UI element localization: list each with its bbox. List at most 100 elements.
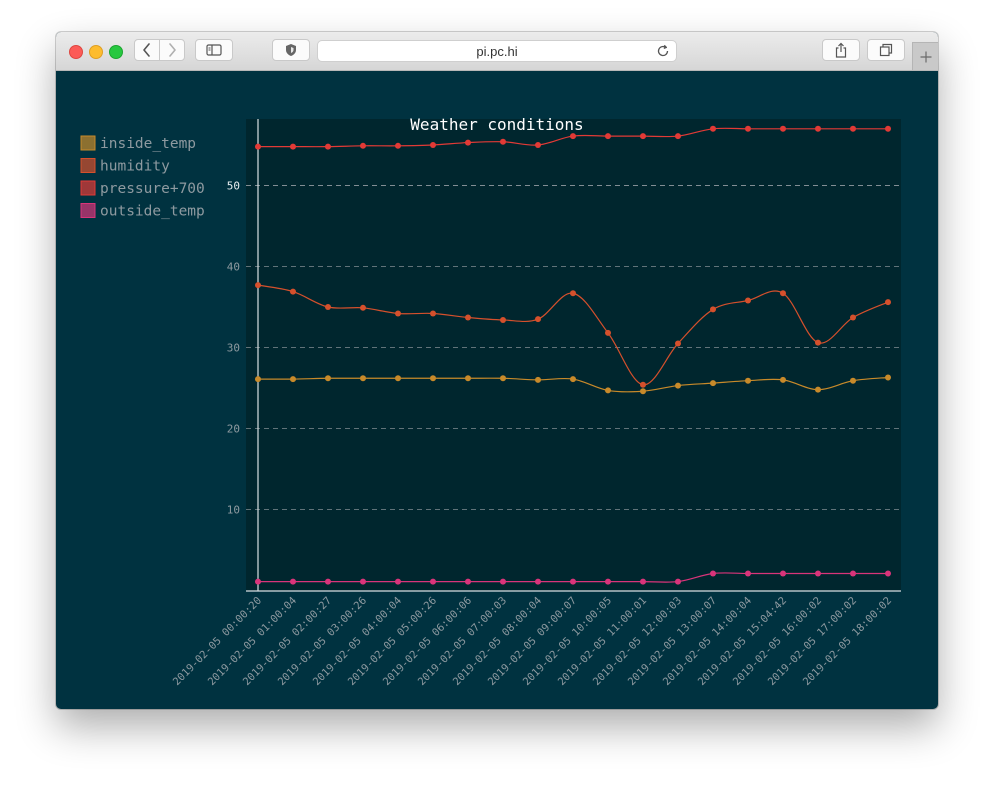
- data-point[interactable]: [360, 578, 366, 585]
- data-point[interactable]: [885, 299, 891, 306]
- address-bar-url: pi.pc.hi: [476, 44, 518, 59]
- data-point[interactable]: [465, 375, 471, 382]
- x-axis-ticks: 2019-02-05 00:00:202019-02-05 01:00:0420…: [171, 595, 894, 688]
- data-point[interactable]: [745, 377, 751, 384]
- data-point[interactable]: [780, 376, 786, 383]
- back-button[interactable]: [134, 39, 160, 61]
- data-point[interactable]: [255, 282, 261, 289]
- data-point[interactable]: [360, 304, 366, 311]
- legend-item[interactable]: inside_temp: [80, 135, 196, 152]
- data-point[interactable]: [710, 306, 716, 313]
- data-point[interactable]: [465, 578, 471, 585]
- data-point[interactable]: [430, 310, 436, 317]
- data-point[interactable]: [675, 340, 681, 347]
- show-tabs-button[interactable]: [867, 39, 905, 61]
- data-point[interactable]: [395, 375, 401, 382]
- data-point[interactable]: [290, 143, 296, 150]
- data-point[interactable]: [360, 142, 366, 149]
- data-point[interactable]: [500, 375, 506, 382]
- data-point[interactable]: [885, 125, 891, 132]
- data-point[interactable]: [395, 310, 401, 317]
- data-point[interactable]: [675, 578, 681, 585]
- data-point[interactable]: [360, 375, 366, 382]
- data-point[interactable]: [885, 570, 891, 577]
- sidebar-icon: [206, 44, 222, 56]
- data-point[interactable]: [815, 125, 821, 132]
- data-point[interactable]: [290, 376, 296, 383]
- legend-label: humidity: [100, 159, 170, 175]
- data-point[interactable]: [710, 380, 716, 387]
- data-point[interactable]: [745, 125, 751, 132]
- data-point[interactable]: [430, 375, 436, 382]
- data-point[interactable]: [675, 382, 681, 389]
- data-point[interactable]: [535, 376, 541, 383]
- data-point[interactable]: [395, 578, 401, 585]
- data-point[interactable]: [255, 376, 261, 383]
- data-point[interactable]: [325, 578, 331, 585]
- data-point[interactable]: [780, 570, 786, 577]
- data-point[interactable]: [745, 297, 751, 304]
- minimize-window-button[interactable]: [89, 45, 103, 59]
- forward-button[interactable]: [159, 39, 185, 61]
- new-tab-button[interactable]: [912, 42, 938, 70]
- data-point[interactable]: [325, 304, 331, 310]
- zoom-window-button[interactable]: [109, 45, 123, 59]
- data-point[interactable]: [570, 133, 576, 140]
- legend-item[interactable]: pressure+700: [80, 180, 205, 197]
- data-point[interactable]: [850, 125, 856, 132]
- data-point[interactable]: [500, 138, 506, 145]
- data-point[interactable]: [395, 142, 401, 149]
- data-point[interactable]: [745, 570, 751, 577]
- data-point[interactable]: [255, 578, 261, 585]
- close-window-button[interactable]: [69, 45, 83, 59]
- plus-icon: [920, 51, 931, 62]
- data-point[interactable]: [290, 288, 296, 295]
- data-point[interactable]: [500, 316, 506, 323]
- data-point[interactable]: [570, 578, 576, 585]
- data-point[interactable]: [430, 578, 436, 585]
- data-point[interactable]: [850, 314, 856, 321]
- address-bar[interactable]: pi.pc.hi: [317, 40, 677, 62]
- legend-item[interactable]: humidity: [80, 158, 170, 175]
- data-point[interactable]: [535, 142, 541, 148]
- data-point[interactable]: [535, 316, 541, 323]
- data-point[interactable]: [640, 133, 646, 140]
- privacy-report-button[interactable]: [272, 39, 310, 61]
- data-point[interactable]: [640, 388, 646, 395]
- data-point[interactable]: [815, 386, 821, 393]
- data-point[interactable]: [605, 329, 611, 336]
- data-point[interactable]: [710, 125, 716, 132]
- data-point[interactable]: [605, 387, 611, 394]
- legend-swatch: [80, 135, 96, 151]
- data-point[interactable]: [850, 570, 856, 577]
- data-point[interactable]: [500, 578, 506, 585]
- data-point[interactable]: [815, 339, 821, 346]
- share-button[interactable]: [822, 39, 860, 61]
- data-point[interactable]: [605, 578, 611, 585]
- chevron-left-icon: [143, 43, 150, 57]
- data-point[interactable]: [325, 375, 331, 382]
- legend-item[interactable]: outside_temp: [80, 203, 205, 220]
- sidebar-toggle-button[interactable]: [195, 39, 233, 61]
- data-point[interactable]: [640, 381, 646, 388]
- data-point[interactable]: [325, 143, 331, 150]
- reload-icon[interactable]: [656, 44, 670, 58]
- data-point[interactable]: [465, 139, 471, 146]
- data-point[interactable]: [780, 125, 786, 132]
- y-tick-label: 30: [227, 342, 240, 355]
- data-point[interactable]: [535, 578, 541, 585]
- data-point[interactable]: [570, 376, 576, 383]
- data-point[interactable]: [885, 374, 891, 381]
- data-point[interactable]: [570, 290, 576, 297]
- data-point[interactable]: [255, 143, 261, 150]
- data-point[interactable]: [640, 578, 646, 585]
- data-point[interactable]: [605, 133, 611, 140]
- data-point[interactable]: [430, 142, 436, 148]
- data-point[interactable]: [290, 578, 296, 585]
- data-point[interactable]: [710, 570, 716, 577]
- data-point[interactable]: [465, 314, 471, 321]
- data-point[interactable]: [675, 133, 681, 140]
- data-point[interactable]: [815, 570, 821, 577]
- data-point[interactable]: [850, 377, 856, 384]
- data-point[interactable]: [780, 290, 786, 297]
